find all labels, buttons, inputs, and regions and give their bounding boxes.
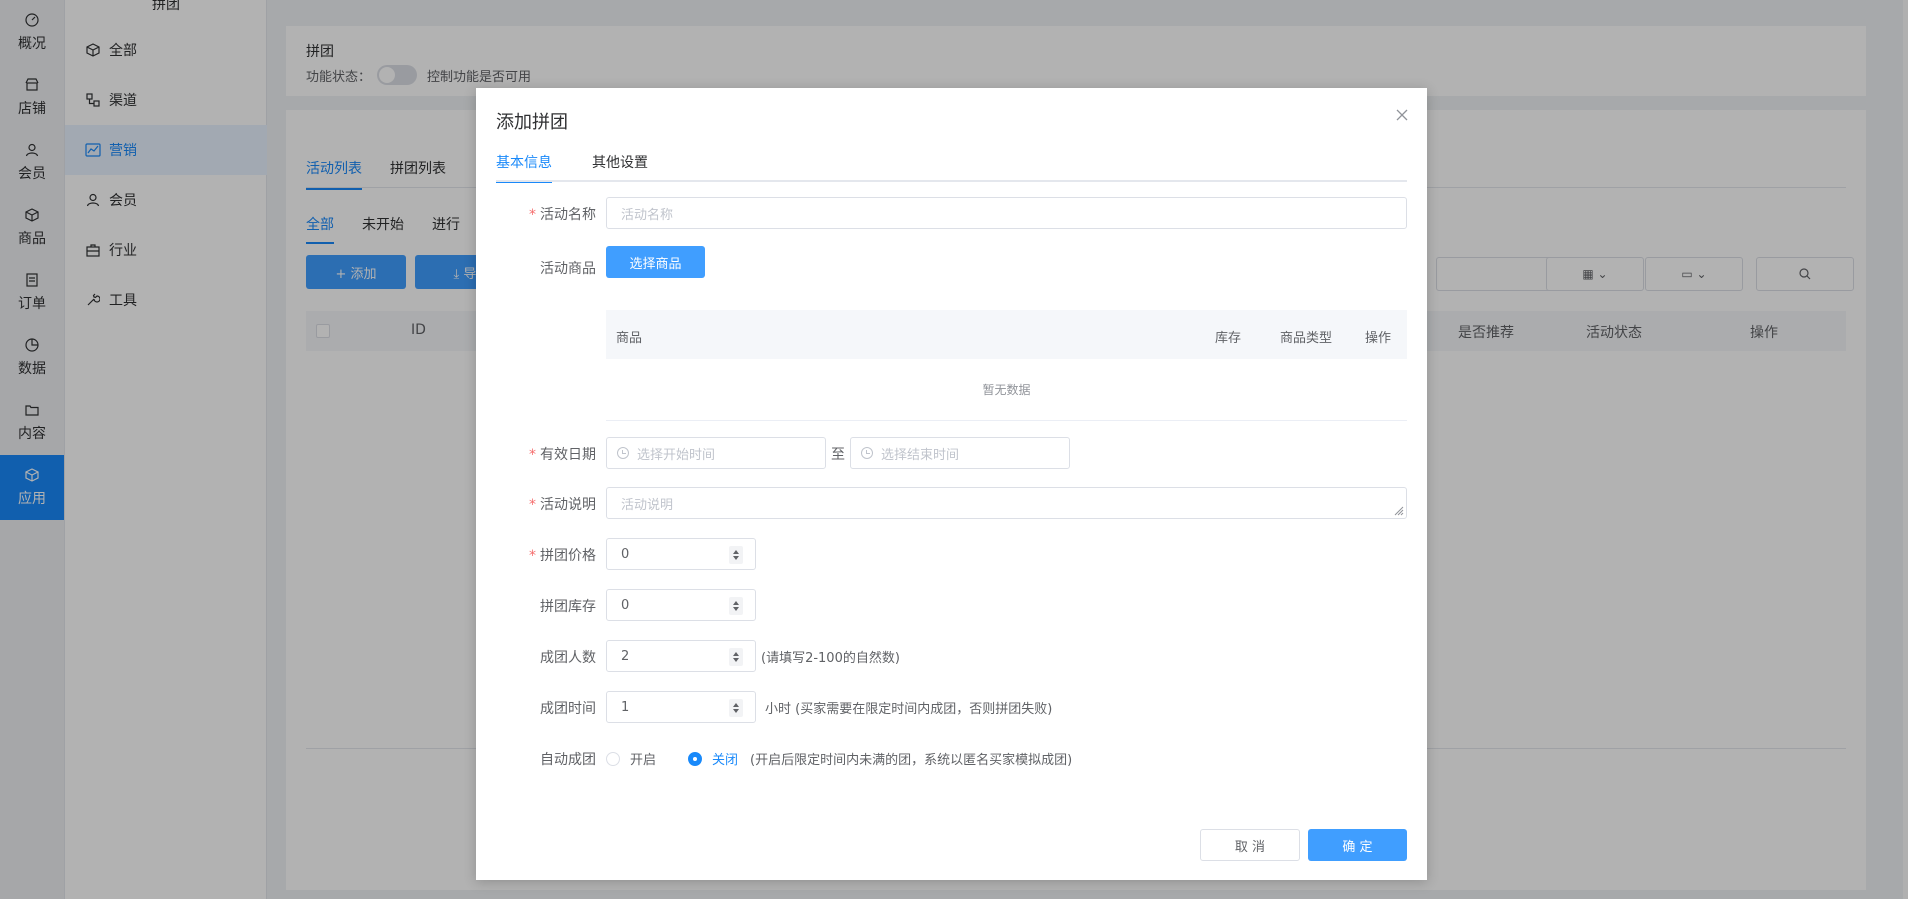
stepper-icon[interactable] — [729, 648, 743, 666]
col-stock: 库存 — [1215, 331, 1242, 346]
dialog-tabs: 基本信息 其他设置 — [496, 152, 648, 183]
auto-group-off-radio[interactable]: 关闭 — [688, 749, 738, 768]
input-value: 0 — [621, 597, 630, 613]
activity-desc-textarea[interactable]: 活动说明 — [606, 487, 1407, 519]
goods-table-header: 商品 库存 商品类型 操作 — [606, 310, 1407, 359]
input-value: 2 — [621, 648, 630, 664]
input-value: 0 — [621, 546, 630, 562]
input-value: 1 — [621, 699, 630, 715]
group-time-input[interactable]: 1 — [606, 691, 756, 723]
clock-icon — [861, 447, 873, 459]
stepper-icon[interactable] — [729, 699, 743, 717]
radio-label: 开启 — [630, 753, 657, 768]
empty-text: 暂无数据 — [982, 383, 1031, 397]
activity-goods-label: 活动商品 — [540, 261, 596, 277]
dialog-tabs-divider — [496, 180, 1407, 182]
stepper-icon[interactable] — [729, 597, 743, 615]
placeholder: 活动名称 — [621, 207, 674, 223]
page-scrollbar[interactable] — [1903, 0, 1908, 899]
label-text: 活动说明 — [540, 497, 596, 513]
cancel-button[interactable]: 取 消 — [1200, 829, 1300, 861]
auto-group-label: 自动成团 — [540, 752, 596, 768]
required-mark: * — [529, 207, 536, 223]
select-goods-button[interactable]: 选择商品 — [606, 246, 705, 278]
placeholder: 活动说明 — [621, 497, 674, 513]
dialog-title: 添加拼团 — [496, 112, 568, 133]
tab-other-settings[interactable]: 其他设置 — [592, 152, 648, 183]
group-time-hint: 小时 (买家需要在限定时间内成团，否则拼团失败) — [765, 702, 1053, 717]
radio-dot — [606, 751, 620, 766]
radio-dot — [688, 751, 702, 766]
required-mark: * — [529, 548, 536, 564]
valid-date-label: * 有效日期 — [529, 444, 596, 464]
group-size-input[interactable]: 2 — [606, 640, 756, 672]
label-text: 活动名称 — [540, 207, 596, 223]
group-size-label: 成团人数 — [540, 650, 596, 666]
confirm-button[interactable]: 确 定 — [1308, 829, 1407, 861]
group-stock-input[interactable]: 0 — [606, 589, 756, 621]
col-goods-type: 商品类型 — [1280, 331, 1333, 346]
radio-label: 关闭 — [712, 753, 739, 768]
activity-desc-label: * 活动说明 — [529, 494, 596, 514]
tab-basic-info[interactable]: 基本信息 — [496, 152, 552, 183]
add-group-dialog: 添加拼团 基本信息 其他设置 * 活动名称 活动名称 活动商品 选择商品 商品 库… — [476, 88, 1427, 880]
col-operation: 操作 — [1365, 331, 1392, 346]
required-mark: * — [529, 447, 536, 463]
col-goods: 商品 — [616, 331, 643, 346]
required-mark: * — [529, 497, 536, 513]
date-range-separator: 至 — [831, 447, 845, 463]
start-date-picker[interactable]: 选择开始时间 — [606, 437, 826, 469]
goods-table: 商品 库存 商品类型 操作 暂无数据 — [606, 310, 1407, 421]
activity-name-input[interactable]: 活动名称 — [606, 197, 1407, 229]
clock-icon — [617, 447, 629, 459]
group-stock-label: 拼团库存 — [540, 599, 596, 615]
activity-name-label: * 活动名称 — [529, 204, 596, 224]
group-price-input[interactable]: 0 — [606, 538, 756, 570]
group-size-hint: (请填写2-100的自然数) — [761, 651, 900, 666]
auto-group-hint: (开启后限定时间内未满的团，系统以匿名买家模拟成团) — [750, 753, 1073, 768]
resize-handle-icon[interactable] — [1394, 506, 1404, 516]
group-time-label: 成团时间 — [540, 701, 596, 717]
stepper-icon[interactable] — [729, 546, 743, 564]
auto-group-on-radio[interactable]: 开启 — [606, 749, 656, 768]
group-price-label: * 拼团价格 — [529, 545, 596, 565]
placeholder: 选择开始时间 — [637, 447, 716, 463]
close-icon[interactable] — [1395, 108, 1409, 122]
label-text: 有效日期 — [540, 447, 596, 463]
end-date-picker[interactable]: 选择结束时间 — [850, 437, 1070, 469]
placeholder: 选择结束时间 — [881, 447, 960, 463]
label-text: 拼团价格 — [540, 548, 596, 564]
